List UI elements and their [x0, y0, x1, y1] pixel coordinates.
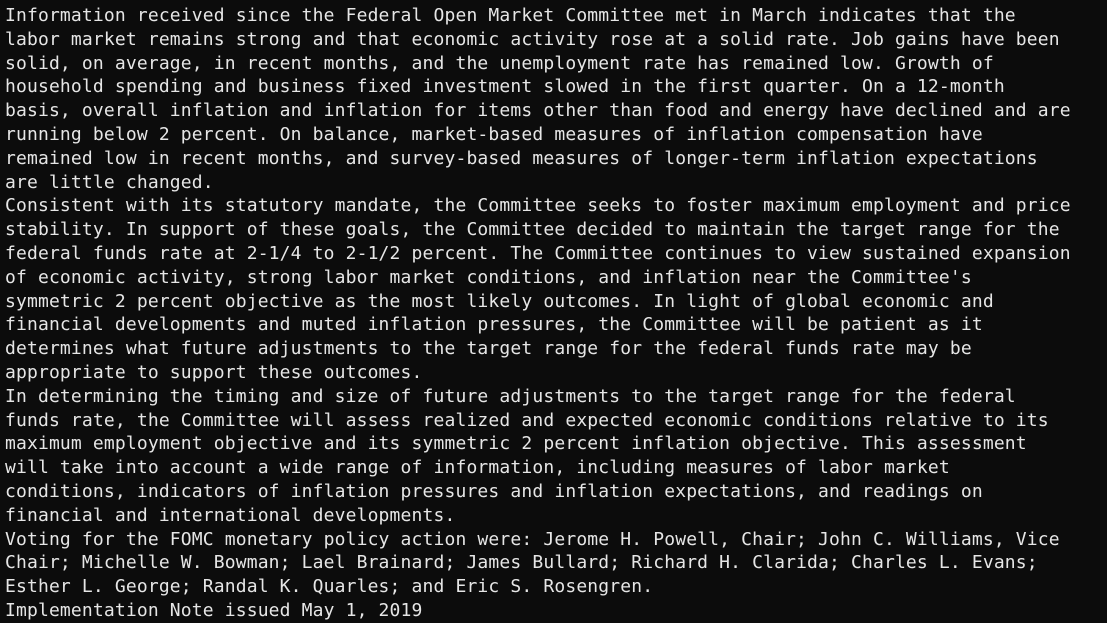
terminal-line: are little changed.: [5, 171, 214, 193]
terminal-line: Information received since the Federal O…: [5, 5, 1016, 26]
terminal-line: funds rate, the Committee will assess re…: [5, 409, 1049, 431]
terminal-line: will take into account a wide range of i…: [5, 457, 950, 479]
terminal-line: basis, overall inflation and inflation f…: [5, 100, 1071, 122]
terminal-line: appropriate to support these outcomes.: [5, 361, 423, 383]
terminal-line: financial and international developments…: [5, 504, 456, 526]
scrollbar[interactable]: [1103, 0, 1107, 623]
terminal-line: Chair; Michelle W. Bowman; Lael Brainard…: [5, 552, 1038, 574]
terminal-line: of economic activity, strong labor marke…: [5, 266, 972, 288]
terminal-line: Esther L. George; Randal K. Quarles; and…: [5, 576, 654, 598]
terminal-line: solid, on average, in recent months, and…: [5, 52, 994, 74]
terminal-line: financial developments and muted inflati…: [5, 314, 983, 336]
terminal-line: labor market remains strong and that eco…: [5, 28, 1060, 50]
terminal-line: household spending and business fixed in…: [5, 76, 1005, 98]
terminal-line: conditions, indicators of inflation pres…: [5, 480, 983, 502]
terminal-line: Consistent with its statutory mandate, t…: [5, 195, 1071, 217]
terminal-line: remained low in recent months, and surve…: [5, 147, 1038, 169]
terminal-line: Implementation Note issued May 1, 2019: [5, 599, 423, 621]
terminal-line: determines what future adjustments to th…: [5, 338, 972, 360]
terminal-line: running below 2 percent. On balance, mar…: [5, 123, 983, 145]
terminal-line: stability. In support of these goals, th…: [5, 219, 1060, 241]
terminal-line: maximum employment objective and its sym…: [5, 433, 1027, 455]
terminal-line: In determining the timing and size of fu…: [5, 385, 1016, 407]
terminal-line: federal funds rate at 2-1/4 to 2-1/2 per…: [5, 242, 1071, 264]
terminal-line: Voting for the FOMC monetary policy acti…: [5, 528, 1060, 550]
terminal-line: symmetric 2 percent objective as the mos…: [5, 290, 994, 312]
terminal-window[interactable]: Information received since the Federal O…: [0, 0, 1107, 623]
